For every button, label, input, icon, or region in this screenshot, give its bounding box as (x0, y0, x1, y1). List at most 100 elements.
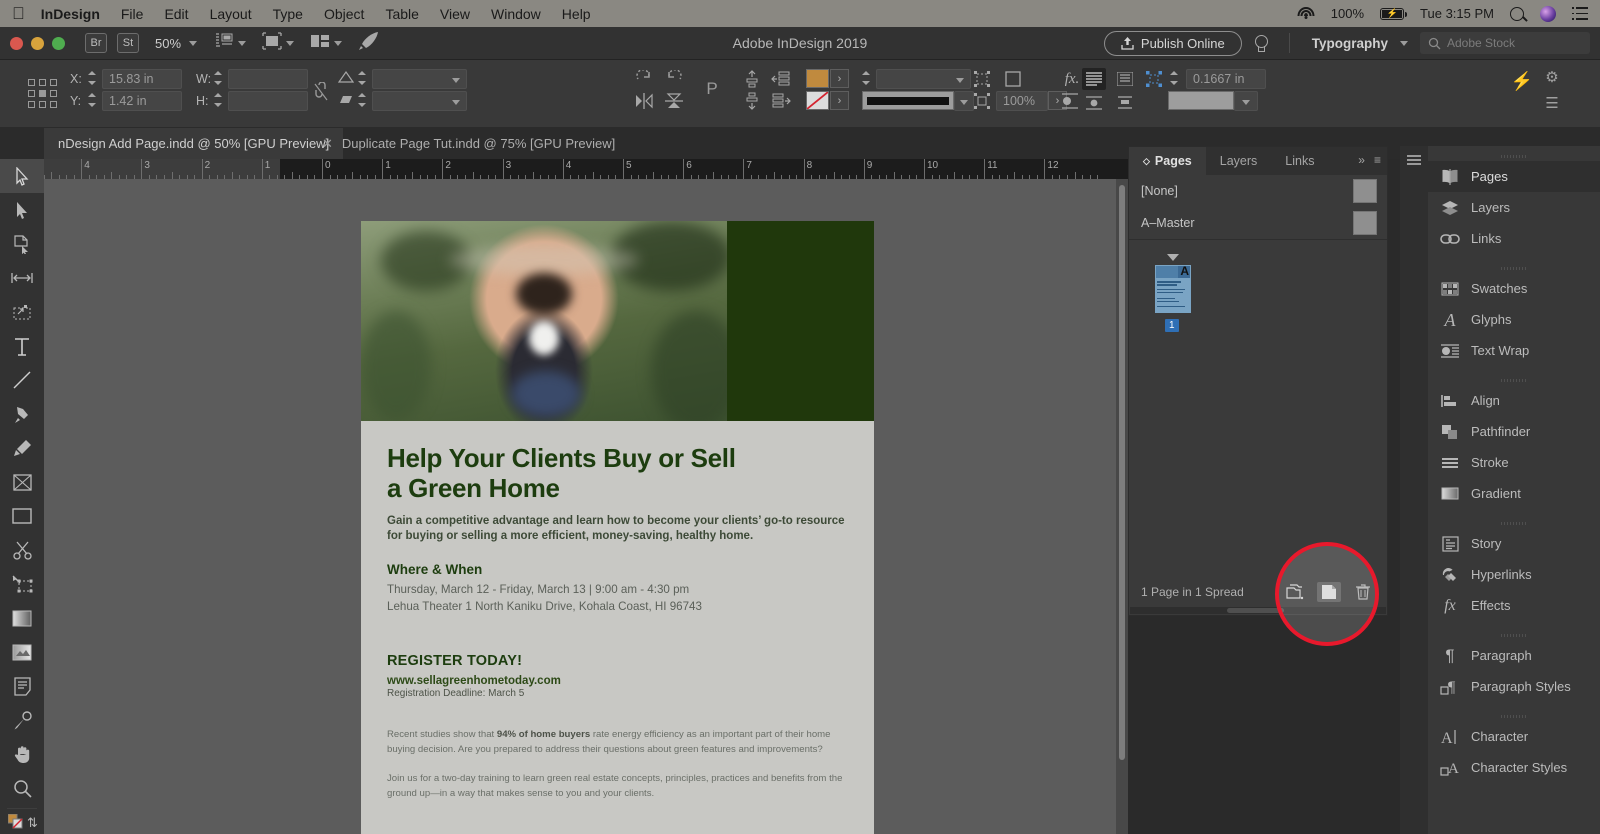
master-row-none[interactable]: [None] (1129, 175, 1387, 207)
dock-item-pages[interactable]: Pages (1428, 161, 1600, 192)
dock-item-effects[interactable]: fx Effects (1428, 590, 1600, 621)
panel-tab-layers[interactable]: Layers (1206, 147, 1272, 175)
h-field[interactable] (228, 91, 308, 111)
zoom-tool[interactable] (0, 771, 44, 805)
arrange-chevron-down-icon[interactable] (334, 41, 342, 46)
dock-menu-icon[interactable] (1407, 155, 1421, 165)
corner-options-combo[interactable] (1234, 91, 1258, 111)
vertical-align-button[interactable] (1113, 93, 1137, 113)
dock-collapse-bar[interactable] (1400, 146, 1428, 834)
w-field[interactable] (228, 69, 308, 89)
panel-menu-icon[interactable]: ≡ (1374, 153, 1381, 167)
dock-item-character-styles[interactable]: A Character Styles (1428, 752, 1600, 783)
rectangle-tool[interactable] (0, 499, 44, 533)
constrain-proportions-icon[interactable] (313, 82, 329, 102)
quick-apply-lightning-icon[interactable]: ⚡ (1512, 72, 1532, 90)
auto-fit-icon[interactable] (972, 70, 992, 88)
rocket-icon[interactable] (358, 31, 380, 56)
align-top-icon[interactable] (742, 70, 762, 88)
where-when-heading[interactable]: Where & When (387, 562, 848, 577)
wifi-icon[interactable] (1298, 7, 1315, 20)
align-text-justify-button[interactable] (1113, 68, 1137, 90)
document-tab-active[interactable]: nDesign Add Page.indd @ 50% [GPU Preview… (44, 128, 343, 159)
menu-item-edit[interactable]: Edit (164, 6, 188, 22)
dock-item-paragraph[interactable]: ¶ Paragraph (1428, 640, 1600, 671)
stroke-style-combo[interactable] (954, 91, 974, 111)
type-tool[interactable] (0, 329, 44, 363)
control-center-icon[interactable] (1572, 7, 1588, 20)
workspace-chevron-down-icon[interactable] (1400, 41, 1408, 46)
distribute-left-icon[interactable] (771, 70, 791, 88)
fill-color-menu-button[interactable]: › (830, 69, 849, 88)
document-tab-close-icon[interactable]: ✕ (322, 136, 333, 152)
text-inset-stepper[interactable] (1170, 70, 1179, 86)
flip-vertical-icon[interactable] (664, 92, 684, 110)
corner-options-preview[interactable] (1168, 91, 1234, 110)
siri-icon[interactable] (1540, 6, 1556, 22)
opacity-field[interactable]: 100% (996, 91, 1048, 111)
view-options-icon[interactable] (262, 32, 282, 55)
bridge-button[interactable]: Br (85, 33, 107, 53)
text-wrap-button[interactable] (1082, 93, 1106, 113)
event-venue-line[interactable]: Lehua Theater 1 North Kaniku Drive, Koha… (387, 598, 848, 615)
swap-fill-stroke-icon[interactable]: ⇅ (27, 815, 38, 831)
page-tool[interactable] (0, 227, 44, 261)
master-thumbnail[interactable] (1353, 179, 1377, 203)
maximize-window-button[interactable] (52, 37, 65, 50)
scale-y-stepper[interactable] (358, 92, 367, 108)
w-stepper[interactable] (214, 70, 223, 86)
scale-x-chevron-down-icon[interactable] (452, 78, 460, 83)
gradient-swatch-tool[interactable] (0, 601, 44, 635)
frame-tool[interactable] (0, 465, 44, 499)
rotate-clockwise-icon[interactable] (634, 70, 654, 88)
direct-selection-tool[interactable] (0, 193, 44, 227)
scale-x-combo[interactable] (372, 69, 467, 89)
close-window-button[interactable] (10, 37, 23, 50)
selection-tool[interactable] (0, 159, 44, 193)
stroke-color-swatch[interactable] (806, 91, 829, 110)
event-date-line[interactable]: Thursday, March 12 - Friday, March 13 | … (387, 581, 848, 598)
text-align-left-icon[interactable] (1060, 92, 1080, 110)
arrange-documents-icon[interactable] (310, 33, 330, 54)
zoom-chevron-down-icon[interactable] (189, 41, 197, 46)
stroke-weight-chevron-down-icon[interactable] (956, 78, 964, 83)
reference-point-selector[interactable] (28, 79, 58, 109)
registration-deadline[interactable]: Registration Deadline: March 5 (387, 688, 848, 699)
stroke-style-chevron-down-icon[interactable] (960, 100, 968, 105)
scissors-tool[interactable] (0, 533, 44, 567)
rotate-counterclockwise-icon[interactable] (664, 70, 684, 88)
dock-item-layers[interactable]: Layers (1428, 192, 1600, 223)
dock-item-character[interactable]: A Character (1428, 721, 1600, 752)
headline-line-2[interactable]: a Green Home (387, 473, 848, 503)
pen-tool[interactable] (0, 397, 44, 431)
menu-item-indesign[interactable]: InDesign (41, 6, 100, 22)
registration-url[interactable]: www.sellagreenhometoday.com (387, 675, 848, 687)
screen-mode-chevron-down-icon[interactable] (238, 41, 246, 46)
dock-group-grip[interactable] (1428, 631, 1600, 640)
master-thumbnail[interactable] (1353, 211, 1377, 235)
scale-y-chevron-down-icon[interactable] (452, 100, 460, 105)
stroke-weight-combo[interactable] (876, 69, 971, 89)
dock-group-grip[interactable] (1428, 376, 1600, 385)
line-tool[interactable] (0, 363, 44, 397)
stroke-color-menu-button[interactable]: › (830, 91, 849, 110)
stroke-style-preview[interactable] (862, 91, 954, 110)
dock-item-glyphs[interactable]: A Glyphs (1428, 304, 1600, 335)
distribute-right-icon[interactable] (771, 92, 791, 110)
minimize-window-button[interactable] (31, 37, 44, 50)
fill-color-swatch[interactable] (806, 69, 829, 88)
adobe-stock-search[interactable]: Adobe Stock (1420, 32, 1590, 54)
dock-item-links[interactable]: Links (1428, 223, 1600, 254)
default-fill-stroke-icon[interactable] (8, 814, 24, 834)
document-page[interactable]: Help Your Clients Buy or Sell a Green Ho… (361, 221, 874, 834)
dock-group-grip[interactable] (1428, 712, 1600, 721)
control-panel-menu-icon[interactable]: ☰ (1543, 94, 1561, 112)
text-inset-field[interactable]: 0.1667 in (1186, 69, 1266, 89)
scale-x-stepper[interactable] (358, 70, 367, 86)
view-options-chevron-down-icon[interactable] (286, 41, 294, 46)
gradient-feather-tool[interactable] (0, 635, 44, 669)
menu-item-layout[interactable]: Layout (210, 6, 252, 22)
x-field[interactable]: 15.83 in (102, 69, 182, 89)
horizontal-ruler[interactable]: 543210123456789101112 (44, 159, 1128, 179)
menu-item-type[interactable]: Type (273, 6, 303, 22)
